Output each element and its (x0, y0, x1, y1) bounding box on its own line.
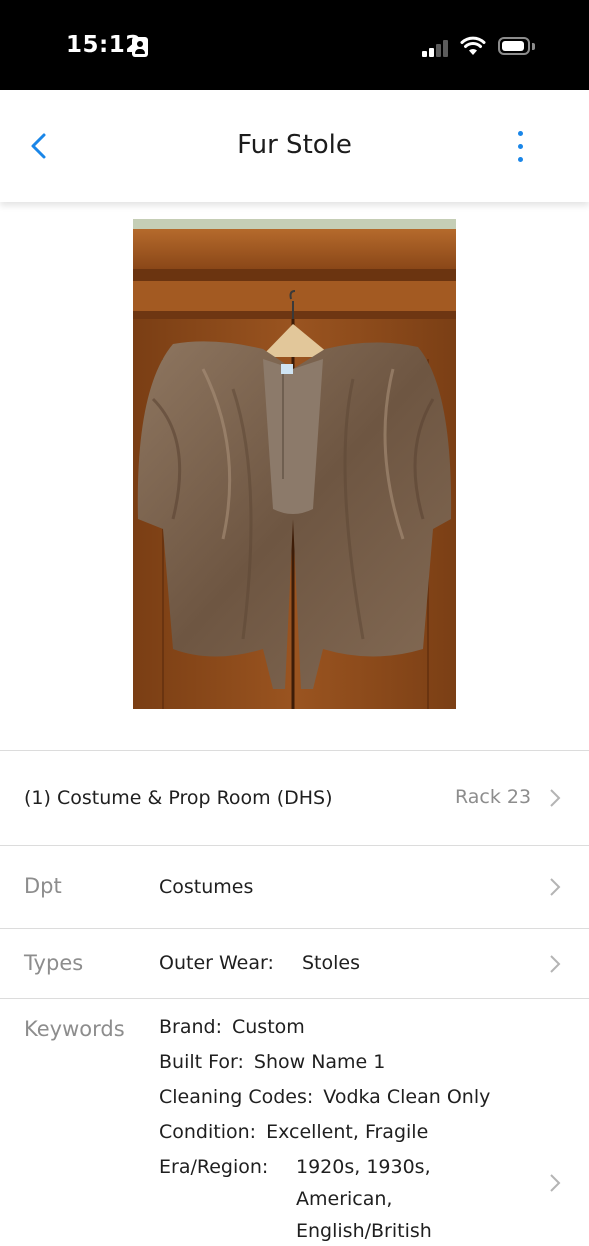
chevron-right-icon (550, 1174, 561, 1192)
keyword-value: Excellent, Fragile (266, 1121, 429, 1143)
contact-card-icon (132, 37, 148, 57)
keyword-value: 1920s, 1930s, (296, 1156, 431, 1178)
keyword-key: Brand: (159, 1016, 222, 1038)
keyword-value: English/British (296, 1220, 432, 1242)
more-options-button[interactable] (506, 128, 536, 164)
rack-label: Rack 23 (455, 786, 532, 808)
keyword-key: Condition: (159, 1121, 257, 1143)
chevron-right-icon (550, 878, 561, 896)
keyword-value: Custom (232, 1016, 305, 1038)
department-label: Dpt (24, 874, 62, 898)
page-title: Fur Stole (237, 130, 352, 160)
keywords-label: Keywords (24, 1017, 125, 1041)
more-dot (518, 144, 523, 149)
keywords-row[interactable]: Keywords Brand: Custom Built For: Show Nam… (0, 999, 589, 1246)
cellular-signal-icon (422, 39, 450, 57)
types-category: Outer Wear: (159, 952, 274, 974)
keyword-key: Cleaning Codes: (159, 1086, 314, 1108)
keyword-value: Vodka Clean Only (323, 1086, 491, 1108)
more-dot (518, 157, 523, 162)
location-row[interactable]: (1) Costume & Prop Room (DHS) Rack 23 (0, 751, 589, 845)
wifi-icon (460, 36, 486, 55)
keyword-value: Show Name 1 (253, 1051, 386, 1073)
fur-stole-photo (133, 219, 456, 709)
keyword-cleaning-codes: Cleaning Codes: Vodka Clean Only (159, 1086, 490, 1108)
types-value: Stoles (302, 952, 361, 974)
keyword-condition: Condition: Excellent, Fragile (159, 1121, 428, 1143)
more-dot (518, 131, 523, 136)
status-time: 15:12 (66, 32, 142, 58)
department-value: Costumes (159, 876, 254, 898)
battery-level (502, 41, 524, 51)
types-label: Types (24, 951, 84, 975)
status-bar: 15:12 (0, 0, 589, 90)
battery-tip (532, 43, 535, 50)
keyword-era-region: Era/Region: (159, 1156, 278, 1178)
battery-icon (498, 37, 530, 55)
location-text: (1) Costume & Prop Room (DHS) (24, 787, 333, 809)
keyword-built-for: Built For: Show Name 1 (159, 1051, 385, 1073)
keyword-brand: Brand: Custom (159, 1016, 305, 1038)
navigation-bar: Fur Stole (0, 90, 589, 202)
keyword-value: American, (296, 1188, 393, 1210)
chevron-right-icon (550, 789, 561, 807)
types-row[interactable]: Types Outer Wear: Stoles (0, 929, 589, 998)
department-row[interactable]: Dpt Costumes (0, 846, 589, 928)
item-photo[interactable] (133, 219, 456, 709)
chevron-right-icon (550, 955, 561, 973)
keyword-key: Built For: (159, 1051, 244, 1073)
keyword-key: Era/Region: (159, 1156, 269, 1178)
